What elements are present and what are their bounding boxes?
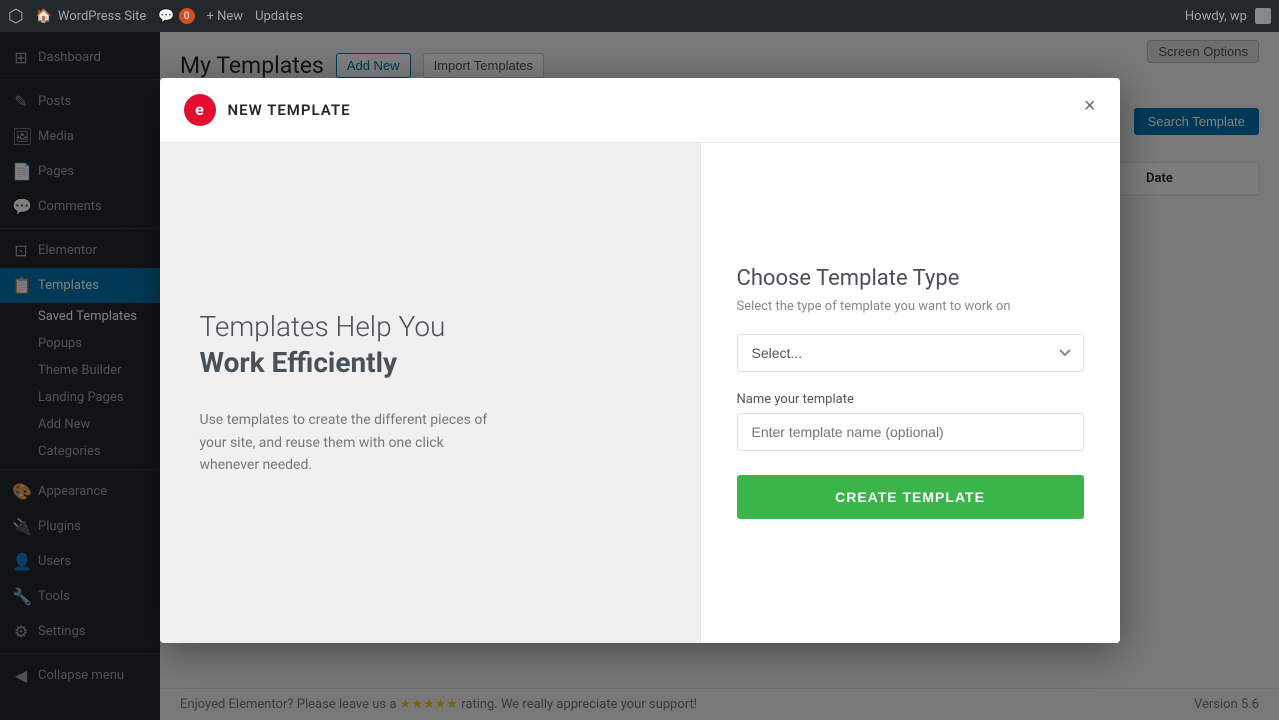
modal-headline-bold: Work Efficiently	[200, 345, 660, 381]
avatar[interactable]	[1255, 8, 1271, 24]
create-template-button[interactable]: CREATE TEMPLATE	[737, 475, 1084, 519]
comment-icon: 💬	[158, 9, 174, 24]
new-template-modal: e NEW TEMPLATE × Templates Help You Work…	[160, 78, 1120, 643]
admin-bar-right: Howdy, wp	[1185, 8, 1271, 24]
new-label: + New	[207, 9, 244, 24]
modal-right-panel: Choose Template Type Select the type of …	[700, 143, 1120, 643]
modal-description: Use templates to create the different pi…	[200, 409, 500, 476]
new-content-item[interactable]: + New	[207, 9, 244, 24]
site-name-item[interactable]: 🏠 WordPress Site	[36, 9, 147, 24]
template-name-input[interactable]	[737, 413, 1084, 451]
modal-headline-line1: Templates Help You	[200, 310, 446, 343]
elementor-logo-icon: e	[184, 94, 216, 126]
modal-left-panel: Templates Help You Work Efficiently Use …	[160, 143, 700, 643]
modal-header: e NEW TEMPLATE ×	[160, 78, 1120, 143]
template-name-label: Name your template	[737, 392, 1084, 407]
updates-item[interactable]: Updates	[255, 9, 303, 24]
modal-headline: Templates Help You Work Efficiently	[200, 309, 660, 382]
modal-body: Templates Help You Work Efficiently Use …	[160, 143, 1120, 643]
modal-overlay[interactable]: e NEW TEMPLATE × Templates Help You Work…	[0, 0, 1279, 720]
modal-close-button[interactable]: ×	[1076, 92, 1104, 120]
comments-admin-item[interactable]: 💬 0	[158, 8, 194, 24]
modal-right-subtitle: Select the type of template you want to …	[737, 299, 1084, 314]
modal-right-title: Choose Template Type	[737, 266, 1084, 291]
site-name-label: WordPress Site	[58, 9, 146, 24]
template-type-select[interactable]: Select... Single Page Archive Search Res…	[737, 334, 1084, 372]
admin-bar: ⬡ 🏠 WordPress Site 💬 0 + New Updates How…	[0, 0, 1279, 32]
modal-title: NEW TEMPLATE	[228, 101, 351, 119]
site-home-icon: 🏠	[36, 9, 52, 24]
howdy-text: Howdy, wp	[1185, 9, 1247, 24]
wp-logo-icon: ⬡	[8, 6, 24, 27]
updates-label: Updates	[255, 9, 303, 24]
comment-count-badge: 0	[179, 8, 195, 24]
